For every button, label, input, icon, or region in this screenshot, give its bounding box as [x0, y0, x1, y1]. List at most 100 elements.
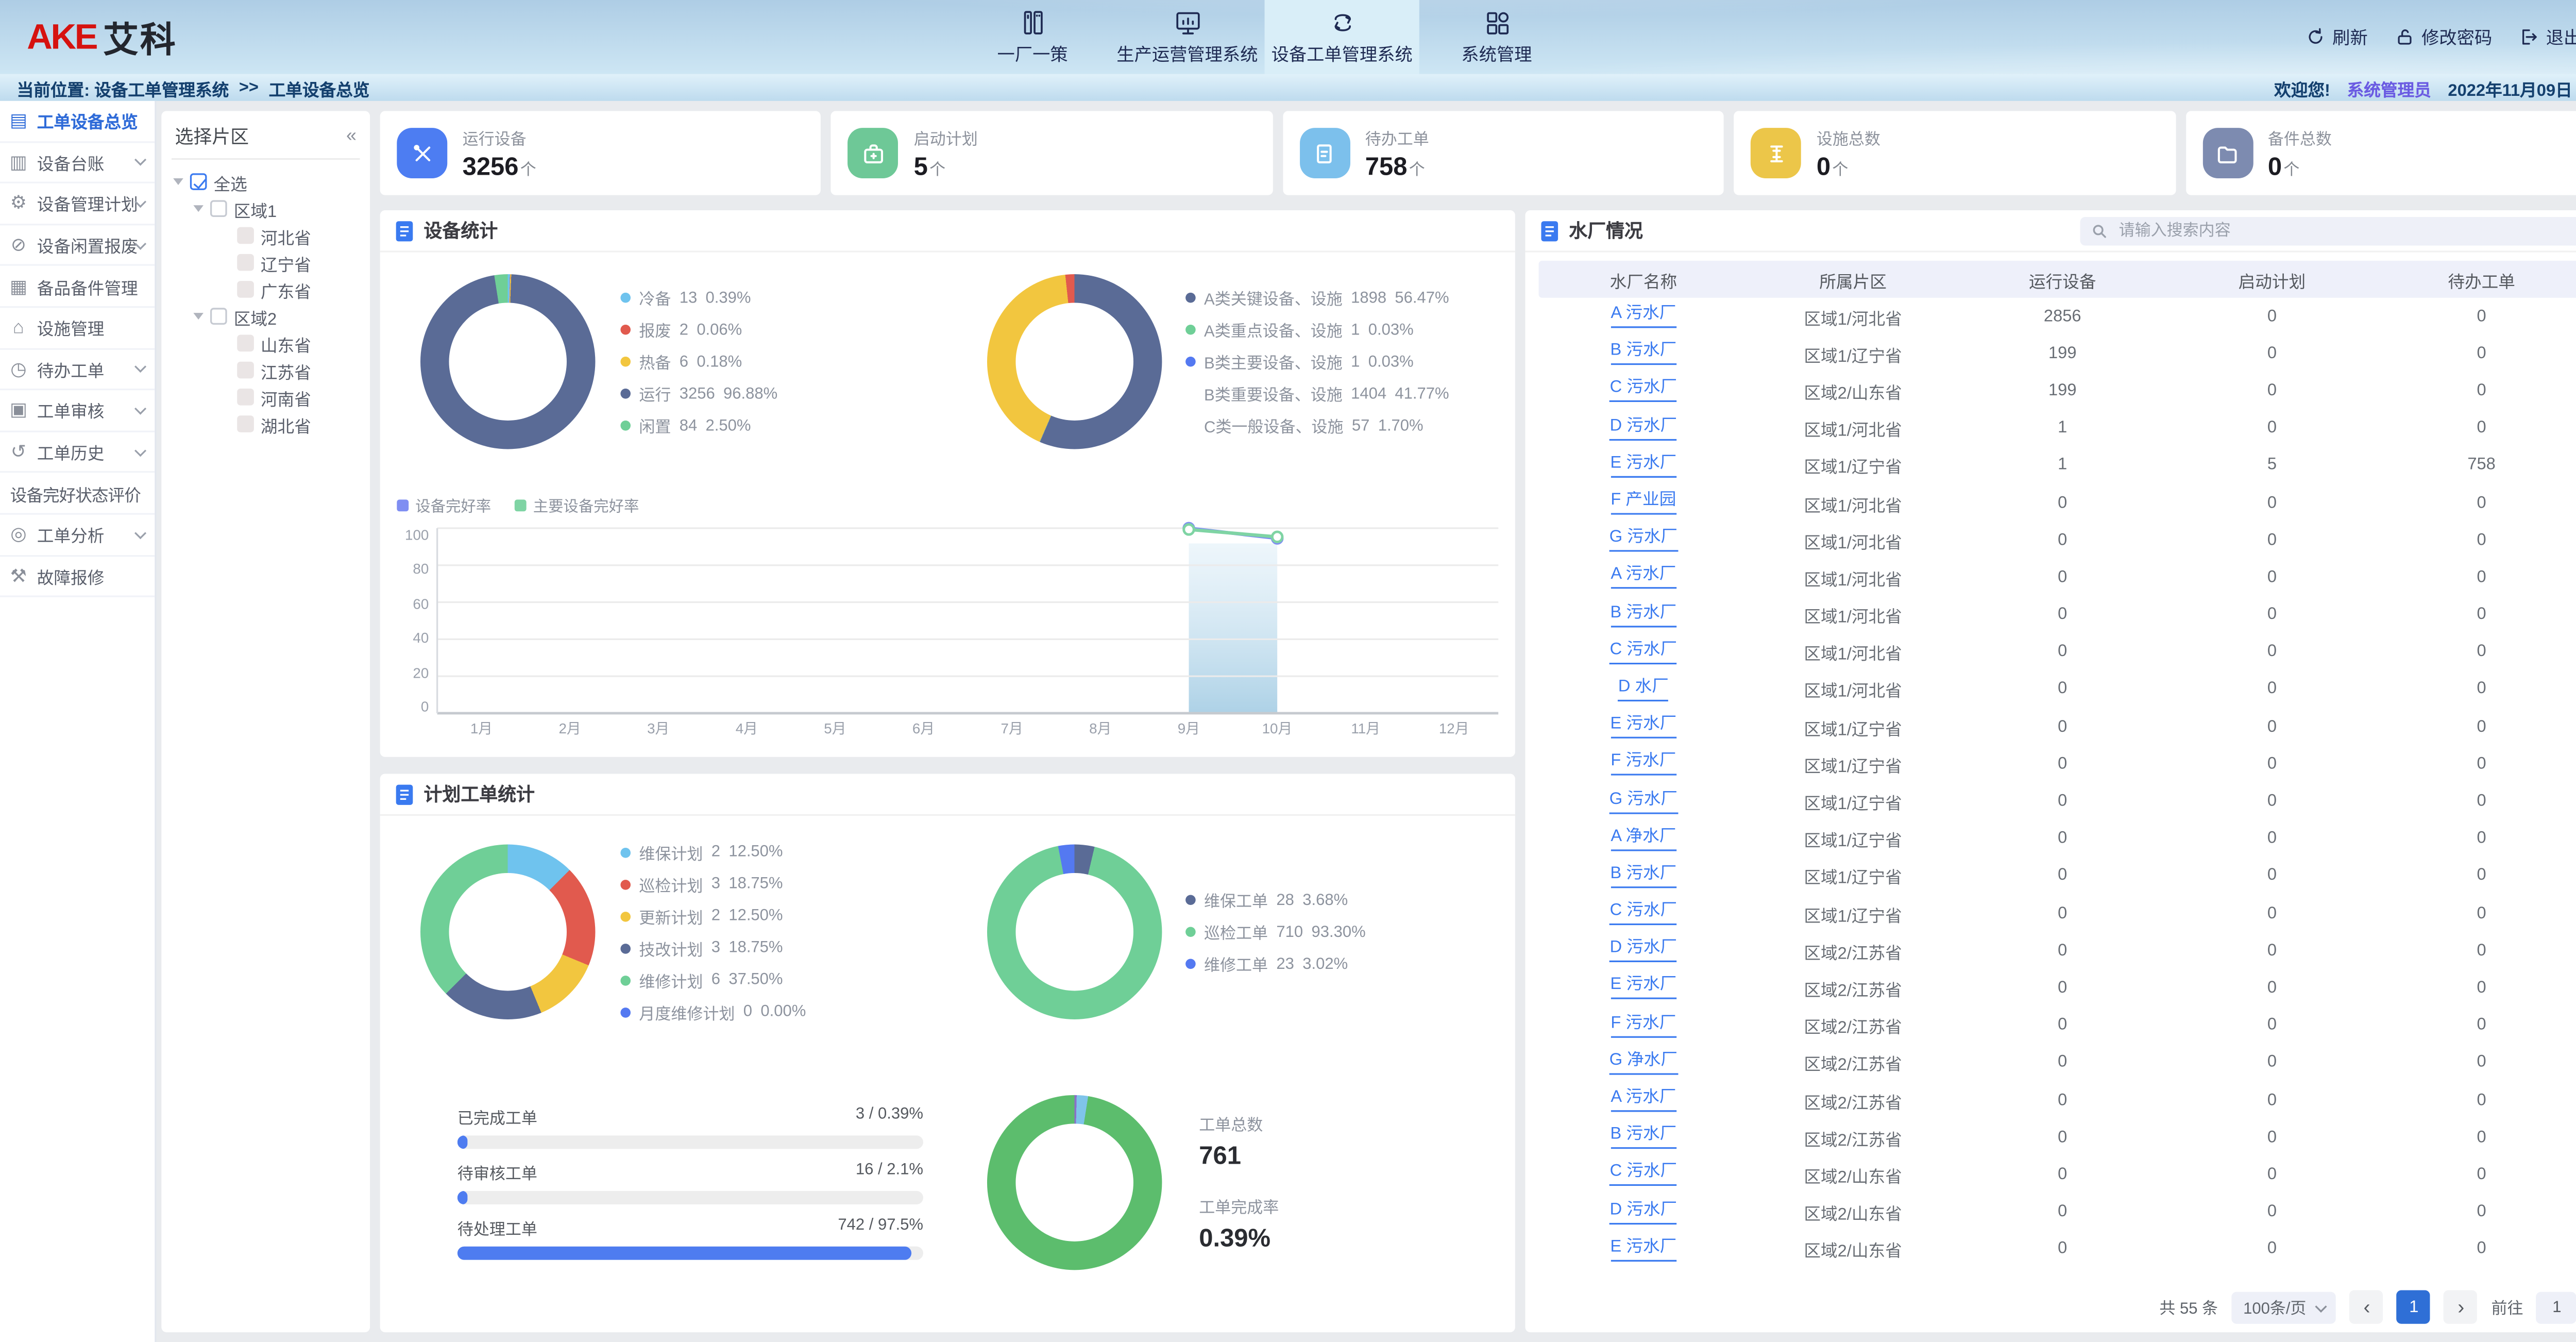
tree-node[interactable]: 辽宁省 — [172, 249, 360, 276]
sidebar-item[interactable]: ⚒ 故障报修 — [0, 556, 155, 597]
plant-link[interactable]: C 污水厂 — [1610, 379, 1677, 403]
plant-link[interactable]: D 污水厂 — [1610, 1200, 1677, 1224]
checkbox[interactable] — [237, 335, 254, 352]
plant-link[interactable]: B 污水厂 — [1610, 1126, 1676, 1149]
tree-node[interactable]: 全选 — [172, 168, 360, 195]
plant-link[interactable]: D 污水厂 — [1610, 416, 1677, 440]
legend-item[interactable]: 主要设备完好率 — [515, 494, 639, 515]
legend-item[interactable]: 报废 2 0.06% — [620, 318, 873, 342]
plant-link[interactable]: D 水厂 — [1618, 678, 1669, 701]
plant-link[interactable]: F 污水厂 — [1611, 1014, 1676, 1037]
order-total-donut[interactable] — [987, 1094, 1162, 1269]
user-link[interactable]: 系统管理员 — [2347, 75, 2431, 100]
checkbox[interactable] — [210, 200, 227, 217]
plant-link[interactable]: E 污水厂 — [1610, 1238, 1676, 1262]
plant-link[interactable]: A 净水厂 — [1611, 827, 1676, 851]
legend-item[interactable]: A类重点设备、设施 1 0.03% — [1185, 318, 1515, 342]
legend-item[interactable]: 闲置 84 2.50% — [620, 414, 873, 438]
change-password-button[interactable]: 修改密码 — [2395, 24, 2492, 49]
goto-page-input[interactable]: 1 — [2537, 1291, 2576, 1323]
plant-link[interactable]: G 净水厂 — [1609, 1051, 1677, 1075]
collapse-icon[interactable]: « — [346, 126, 357, 146]
tree-node[interactable]: 山东省 — [172, 330, 360, 357]
device-status-donut[interactable] — [420, 274, 595, 449]
tree-node[interactable]: 湖北省 — [172, 410, 360, 437]
tab-one-plant-one-policy[interactable]: 一厂一策 — [955, 0, 1110, 74]
checkbox[interactable] — [237, 281, 254, 298]
plant-link[interactable]: B 污水厂 — [1610, 342, 1676, 366]
checkbox[interactable] — [237, 362, 254, 379]
sidebar-item[interactable]: 设备完好状态评价 — [0, 473, 155, 514]
legend-item[interactable]: 月度维修计划 0 0.00% — [620, 1000, 873, 1024]
legend-item[interactable]: C类一般设备、设施 57 1.70% — [1185, 414, 1515, 438]
current-page-button[interactable]: 1 — [2397, 1290, 2431, 1323]
legend-item[interactable]: 更新计划 2 12.50% — [620, 904, 873, 928]
legend-item[interactable]: 运行 3256 96.88% — [620, 382, 873, 406]
plant-link[interactable]: E 污水厂 — [1610, 454, 1676, 478]
checkbox[interactable] — [237, 254, 254, 271]
sidebar-item[interactable]: ▥ 设备台账 — [0, 142, 155, 183]
legend-item[interactable]: 设备完好率 — [397, 494, 491, 515]
refresh-button[interactable]: 刷新 — [2306, 24, 2368, 49]
legend-item[interactable]: B类主要设备、设施 1 0.03% — [1185, 350, 1515, 374]
plant-link[interactable]: G 污水厂 — [1609, 529, 1677, 552]
tab-system-admin[interactable]: 系统管理 — [1419, 0, 1574, 74]
plant-link[interactable]: C 污水厂 — [1610, 1163, 1677, 1187]
column-header[interactable]: 启动计划 — [2167, 266, 2377, 292]
column-header[interactable]: 待办工单 — [2377, 266, 2576, 292]
sidebar-item[interactable]: ⌂ 设施管理 — [0, 308, 155, 349]
sidebar-item[interactable]: ⊘ 设备闲置报废 — [0, 225, 155, 266]
tree-node[interactable]: 广东省 — [172, 276, 360, 303]
order-types-donut[interactable] — [987, 845, 1162, 1019]
search-input[interactable] — [2115, 220, 2576, 241]
tab-work-order-system[interactable]: 设备工单管理系统 — [1265, 0, 1419, 74]
legend-item[interactable]: A类关键设备、设施 1898 56.47% — [1185, 286, 1515, 310]
plant-link[interactable]: B 污水厂 — [1610, 603, 1676, 627]
tree-node[interactable]: 江苏省 — [172, 357, 360, 383]
checkbox[interactable] — [190, 173, 207, 190]
legend-item[interactable]: 维保工单 28 3.68% — [1185, 888, 1515, 912]
tree-node[interactable]: 区域1 — [172, 195, 360, 222]
plant-link[interactable]: B 污水厂 — [1610, 864, 1676, 888]
plan-types-donut[interactable] — [420, 845, 595, 1019]
sidebar-item[interactable]: ◎ 工单分析 — [0, 515, 155, 556]
sidebar-item[interactable]: ⚙ 设备管理计划 — [0, 183, 155, 225]
plant-link[interactable]: G 污水厂 — [1609, 790, 1677, 814]
legend-item[interactable]: 巡检工单 710 93.30% — [1185, 920, 1515, 944]
sidebar-item[interactable]: ▦ 备品备件管理 — [0, 266, 155, 308]
plant-link[interactable]: A 污水厂 — [1611, 305, 1676, 328]
legend-item[interactable]: B类重要设备、设施 1404 41.77% — [1185, 382, 1515, 406]
legend-item[interactable]: 维保计划 2 12.50% — [620, 840, 873, 864]
plant-link[interactable]: C 污水厂 — [1610, 641, 1677, 664]
sidebar-item[interactable]: ◷ 待办工单 — [0, 349, 155, 390]
plant-link[interactable]: C 污水厂 — [1610, 902, 1677, 926]
legend-item[interactable]: 技改计划 3 18.75% — [620, 936, 873, 960]
sidebar-item[interactable]: ▤ 工单设备总览 — [0, 101, 155, 142]
plant-link[interactable]: F 产业园 — [1611, 491, 1676, 515]
legend-item[interactable]: 维修计划 6 37.50% — [620, 968, 873, 992]
next-page-button[interactable]: › — [2444, 1290, 2478, 1323]
legend-item[interactable]: 热备 6 0.18% — [620, 350, 873, 374]
checkbox[interactable] — [237, 227, 254, 244]
checkbox[interactable] — [210, 308, 227, 325]
plant-link[interactable]: A 污水厂 — [1611, 1088, 1676, 1112]
plant-link[interactable]: E 污水厂 — [1610, 715, 1676, 739]
plant-link[interactable]: A 污水厂 — [1611, 566, 1676, 590]
legend-item[interactable]: 冷备 13 0.39% — [620, 286, 873, 310]
column-header[interactable]: 所属片区 — [1748, 266, 1958, 292]
sidebar-item[interactable]: ▣ 工单审核 — [0, 391, 155, 432]
prev-page-button[interactable]: ‹ — [2350, 1290, 2383, 1323]
device-class-donut[interactable] — [987, 274, 1162, 449]
page-size-select[interactable]: 100条/页 — [2231, 1291, 2336, 1323]
logout-button[interactable]: 退出登录 — [2519, 24, 2576, 49]
tab-production-ops[interactable]: 生产运营管理系统 — [1110, 0, 1264, 74]
tree-node[interactable]: 区域2 — [172, 303, 360, 330]
plant-link[interactable]: D 污水厂 — [1610, 939, 1677, 963]
sidebar-item[interactable]: ↺ 工单历史 — [0, 432, 155, 473]
plant-link[interactable]: E 污水厂 — [1610, 977, 1676, 1000]
tree-node[interactable]: 河南省 — [172, 383, 360, 410]
tree-node[interactable]: 河北省 — [172, 222, 360, 249]
legend-item[interactable]: 维修工单 23 3.02% — [1185, 952, 1515, 976]
column-header[interactable]: 水厂名称 — [1539, 266, 1749, 292]
checkbox[interactable] — [237, 389, 254, 406]
